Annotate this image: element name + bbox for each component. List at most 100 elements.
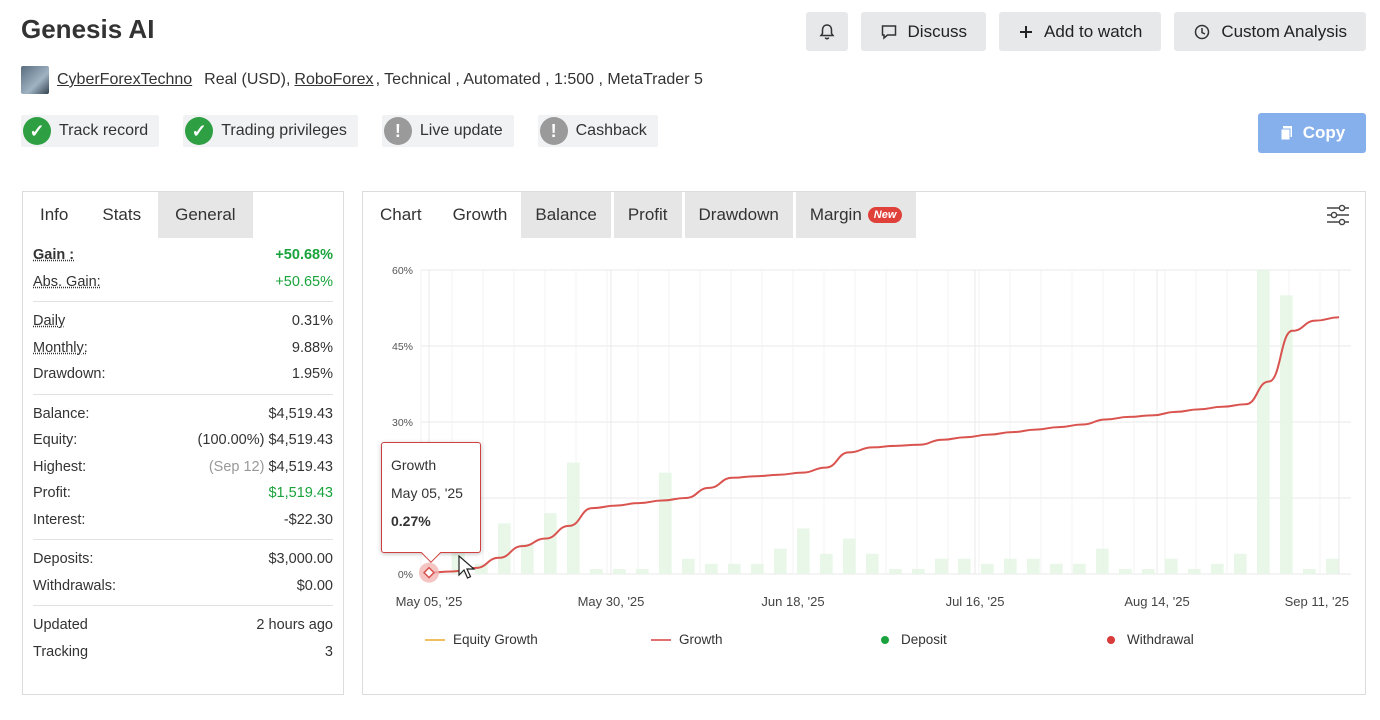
- tab-margin[interactable]: Margin New: [795, 192, 917, 238]
- badge-trading-privileges[interactable]: ✓ Trading privileges: [183, 115, 358, 147]
- stat-prefix: (Sep 12): [208, 458, 265, 475]
- deposit-bar: [820, 553, 833, 574]
- stat-gain: Gain : +50.68%: [33, 242, 333, 269]
- deposit-bar: [498, 523, 511, 574]
- tab-info[interactable]: Info: [23, 192, 86, 238]
- tab-drawdown[interactable]: Drawdown: [684, 192, 793, 238]
- y-tick-label: 30%: [392, 417, 413, 429]
- stat-label[interactable]: Monthly:: [33, 340, 88, 356]
- stat-label[interactable]: Gain :: [33, 247, 74, 263]
- deposit-bar: [981, 563, 994, 574]
- stat-label[interactable]: Abs. Gain:: [33, 274, 101, 290]
- deposit-bar: [1303, 568, 1316, 574]
- deposit-bar: [567, 462, 580, 574]
- tab-balance[interactable]: Balance: [521, 192, 611, 238]
- stat-label: Updated: [33, 617, 88, 634]
- stat-label: Withdrawals:: [33, 577, 116, 594]
- copy-icon: [1279, 125, 1295, 141]
- tab-profit[interactable]: Profit: [613, 192, 682, 238]
- tab-general[interactable]: General: [158, 192, 253, 238]
- stat-value: $3,000.00: [268, 551, 333, 568]
- deposit-bar: [1234, 553, 1247, 574]
- badge-label: Live update: [419, 122, 503, 139]
- x-tick-label: Aug 14, '25: [1124, 594, 1189, 609]
- stat-drawdown: Drawdown: 1.95%: [33, 361, 333, 388]
- broker-link[interactable]: RoboForex: [294, 71, 373, 89]
- author-link[interactable]: CyberForexTechno: [57, 71, 192, 89]
- deposit-bar: [958, 558, 971, 574]
- legend-item[interactable]: Withdrawal: [1107, 632, 1307, 647]
- legend-item[interactable]: Equity Growth: [425, 632, 651, 647]
- stat-label[interactable]: Daily: [33, 313, 65, 329]
- stat-label: Balance:: [33, 405, 90, 422]
- stat-label: Tracking: [33, 643, 89, 660]
- stat-value: 9.88%: [291, 339, 333, 356]
- stat-value: 3: [324, 643, 333, 660]
- badge-track-record[interactable]: ✓ Track record: [21, 115, 160, 147]
- deposit-bar: [1073, 563, 1086, 574]
- tooltip-series: Growth: [391, 457, 437, 473]
- stat-profit: Profit: $1,519.43: [33, 480, 333, 507]
- add-to-watch-button[interactable]: Add to watch: [999, 12, 1162, 51]
- deposit-bar: [1050, 563, 1063, 574]
- stat-value: $0.00: [296, 577, 333, 594]
- legend-line-swatch: [425, 638, 445, 641]
- verification-badges: ✓ Track record ✓ Trading privileges ! Li…: [21, 115, 658, 147]
- deposit-bar: [1119, 568, 1132, 574]
- deposit-bar: [1096, 548, 1109, 574]
- badge-cashback[interactable]: ! Cashback: [537, 115, 658, 147]
- notify-button[interactable]: [805, 12, 848, 51]
- chart-tabs: Chart Growth Balance Profit Drawdown Mar…: [363, 192, 1365, 238]
- sliders-icon: [1325, 204, 1351, 232]
- chart-settings-button[interactable]: [1325, 202, 1351, 233]
- deposit-bar: [866, 553, 879, 574]
- stat-label: Interest:: [33, 511, 86, 528]
- stat-label: Drawdown:: [33, 366, 106, 383]
- check-icon: ✓: [23, 117, 51, 145]
- copy-button[interactable]: Copy: [1258, 113, 1366, 153]
- deposit-bar: [728, 563, 741, 574]
- x-tick-label: May 05, '25: [396, 594, 463, 609]
- stat-tracking: Tracking 3: [33, 639, 333, 666]
- stat-value: $4,519.43: [268, 432, 333, 449]
- deposit-bar: [636, 568, 649, 574]
- stat-value: $1,519.43: [268, 485, 333, 502]
- stat-value: +50.68%: [275, 247, 333, 264]
- chart-panel: Chart Growth Balance Profit Drawdown Mar…: [362, 191, 1366, 695]
- deposit-bar: [889, 568, 902, 574]
- deposit-bar: [1257, 270, 1270, 574]
- x-tick-label: Jun 18, '25: [761, 594, 824, 609]
- growth-chart[interactable]: 0%15%30%45%60%May 05, '25May 30, '25Jun …: [363, 238, 1365, 618]
- discuss-button[interactable]: Discuss: [860, 12, 987, 51]
- x-tick-label: May 30, '25: [578, 594, 645, 609]
- y-tick-label: 0%: [398, 569, 413, 581]
- tooltip-date: May 05, '25: [391, 485, 463, 501]
- deposit-bar: [1211, 563, 1224, 574]
- add-to-watch-label: Add to watch: [1044, 21, 1143, 41]
- legend-item[interactable]: Growth: [651, 632, 881, 647]
- legend-line-swatch: [651, 638, 671, 641]
- stat-withdrawals: Withdrawals: $0.00: [33, 573, 333, 600]
- stat-equity: Equity: (100.00%) $4,519.43: [33, 427, 333, 454]
- stat-monthly: Monthly: 9.88%: [33, 335, 333, 362]
- deposit-bar: [705, 563, 718, 574]
- stat-label: Deposits:: [33, 551, 94, 568]
- chat-icon: [880, 23, 898, 41]
- stat-value: 2 hours ago: [256, 617, 333, 634]
- header-actions: Discuss Add to watch Custom Analysis: [805, 12, 1366, 51]
- stat-abs-gain: Abs. Gain: +50.65%: [33, 269, 333, 296]
- new-badge: New: [867, 207, 903, 223]
- badge-live-update[interactable]: ! Live update: [381, 115, 514, 147]
- legend-item[interactable]: Deposit: [881, 632, 1107, 647]
- tab-stats[interactable]: Stats: [85, 192, 159, 238]
- legend-label: Withdrawal: [1127, 632, 1194, 647]
- chart-tooltip: Growth May 05, '25 0.27%: [381, 442, 481, 563]
- author-avatar[interactable]: [21, 66, 49, 94]
- custom-analysis-button[interactable]: Custom Analysis: [1174, 12, 1366, 51]
- stat-value: -$22.30: [283, 511, 333, 528]
- deposit-bar: [1004, 558, 1017, 574]
- deposit-bar: [912, 568, 925, 574]
- stats-tabs: Info Stats General: [23, 192, 343, 238]
- tab-growth[interactable]: Growth: [438, 192, 522, 238]
- exclamation-icon: !: [383, 117, 412, 145]
